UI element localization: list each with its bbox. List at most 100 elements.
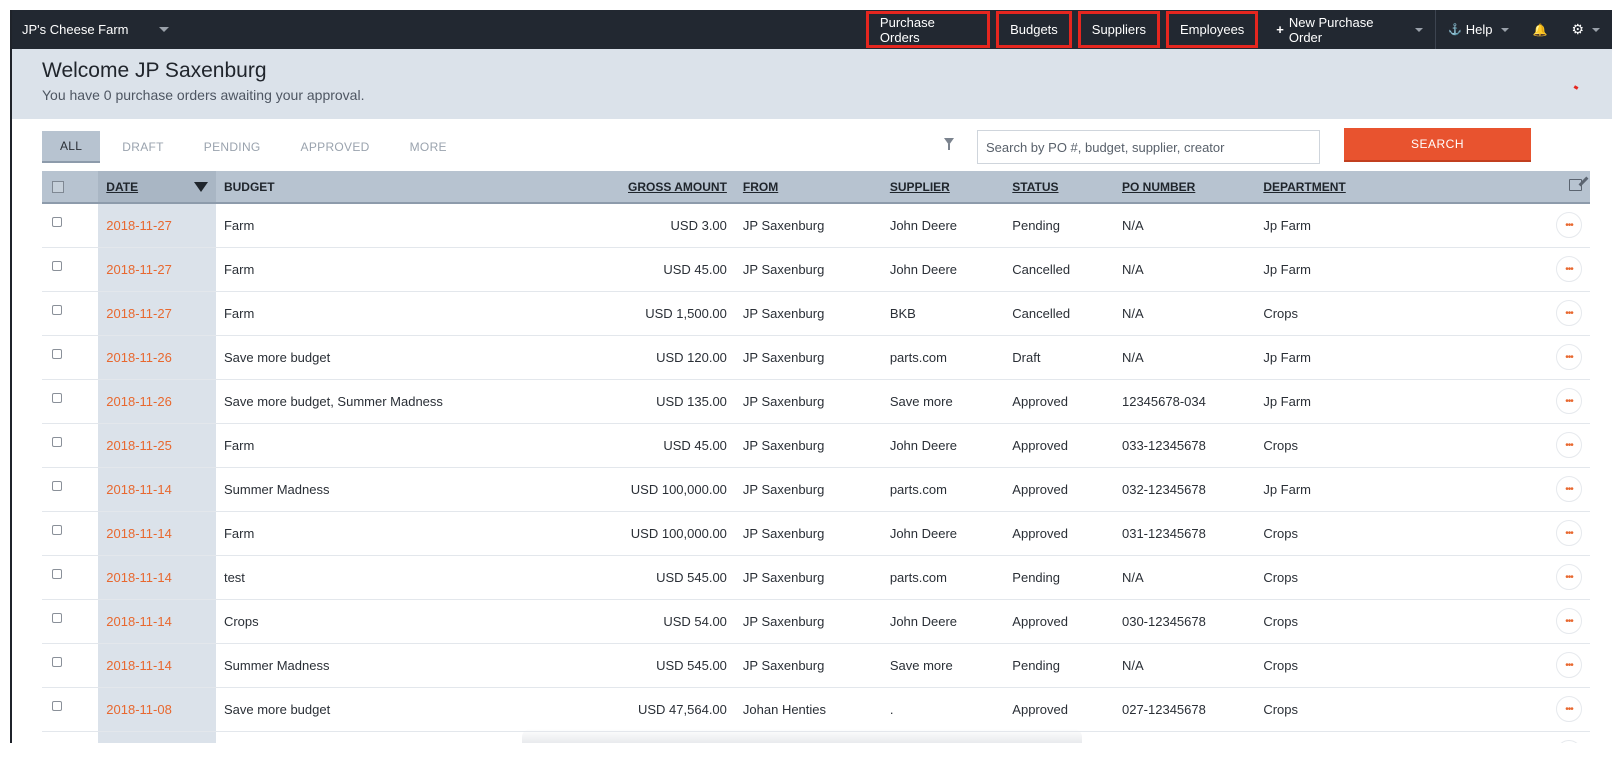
row-supplier: John Deere xyxy=(881,511,1005,556)
row-checkbox[interactable] xyxy=(52,524,62,535)
more-options-icon[interactable]: ••• xyxy=(1555,388,1582,414)
column-supplier[interactable]: SUPPLIER xyxy=(881,171,1005,204)
more-options-icon[interactable]: ••• xyxy=(1555,520,1582,546)
table-row[interactable]: 2018-11-26 Save more budget USD 120.00 JP S… xyxy=(42,335,1590,380)
table-row[interactable]: 2018-11-14 Farm USD 100,000.00 JP Saxenburg… xyxy=(42,511,1590,556)
row-checkbox[interactable] xyxy=(52,612,62,623)
row-from: JP Saxenburg xyxy=(734,467,882,512)
filter-icon[interactable] xyxy=(944,138,954,150)
tab-approved[interactable]: APPROVED xyxy=(283,131,388,163)
row-select-checkbox xyxy=(42,687,99,732)
more-options-icon[interactable]: ••• xyxy=(1555,652,1582,678)
settings-menu[interactable]: ⚙ xyxy=(1559,10,1612,49)
help-menu[interactable]: ⚓ Help xyxy=(1436,10,1520,49)
row-status: Approved xyxy=(1004,423,1114,468)
row-gross-amount: USD 120.00 xyxy=(512,335,735,380)
search-input[interactable] xyxy=(977,130,1320,164)
nav-suppliers[interactable]: Suppliers xyxy=(1077,11,1160,48)
row-date-link[interactable]: 2018-11-27 xyxy=(98,247,216,292)
row-date-link[interactable]: 2018-11-27 xyxy=(98,203,216,248)
row-date-link[interactable]: 2018-11-14 xyxy=(98,467,216,512)
search-button[interactable]: SEARCH xyxy=(1344,128,1531,162)
column-department[interactable]: DEPARTMENT xyxy=(1255,171,1406,204)
row-status: Approved xyxy=(1004,599,1114,644)
table-row[interactable]: 2018-11-25 Farm USD 45.00 JP Saxenburg John … xyxy=(42,423,1590,468)
row-checkbox[interactable] xyxy=(52,480,62,491)
row-gross-amount: USD 100,000.00 xyxy=(512,511,735,556)
row-date-link[interactable]: 2018-11-14 xyxy=(98,511,216,556)
row-department xyxy=(1255,731,1406,743)
more-options-icon[interactable]: ••• xyxy=(1555,696,1582,722)
table-row[interactable]: 2018-11-14 Summer Madness USD 545.00 JP Sax… xyxy=(42,643,1590,688)
row-checkbox[interactable] xyxy=(52,260,62,271)
row-checkbox[interactable] xyxy=(52,392,62,403)
table-row[interactable]: 2018-11-27 Farm USD 1,500.00 JP Saxenburg BK… xyxy=(42,291,1590,336)
top-navbar: JP's Cheese Farm Purchase Orders Budgets… xyxy=(12,10,1612,49)
table-row[interactable]: 2018-11-27 Farm USD 3.00 JP Saxenburg John D… xyxy=(42,203,1590,248)
company-switcher[interactable]: JP's Cheese Farm xyxy=(12,22,866,37)
column-po-number[interactable]: PO NUMBER xyxy=(1113,171,1256,204)
row-date-link[interactable] xyxy=(98,731,216,743)
row-date-link[interactable]: 2018-11-14 xyxy=(98,599,216,644)
row-checkbox[interactable] xyxy=(52,304,62,315)
notifications-button[interactable]: 🔔 xyxy=(1521,10,1560,49)
table-row[interactable]: 2018-11-14 Crops USD 54.00 JP Saxenburg John… xyxy=(42,599,1590,644)
row-supplier: John Deere xyxy=(881,599,1005,644)
row-supplier: parts.com xyxy=(881,555,1005,600)
column-from[interactable]: FROM xyxy=(734,171,882,204)
tab-all[interactable]: ALL xyxy=(42,131,101,163)
row-date-link[interactable]: 2018-11-26 xyxy=(98,379,216,424)
column-date[interactable]: DATE xyxy=(98,171,216,204)
app-window: JP's Cheese Farm Purchase Orders Budgets… xyxy=(10,10,1612,743)
column-gross-amount[interactable]: GROSS AMOUNT xyxy=(512,171,735,204)
row-from: JP Saxenburg xyxy=(734,247,882,292)
tab-draft[interactable]: DRAFT xyxy=(104,131,182,163)
table-row[interactable]: 2018-11-26 Save more budget, Summer Madne… xyxy=(42,379,1590,424)
row-checkbox[interactable] xyxy=(52,700,62,711)
column-budget[interactable]: BUDGET xyxy=(215,171,513,204)
row-checkbox[interactable] xyxy=(52,568,62,579)
more-options-icon[interactable]: ••• xyxy=(1555,476,1582,502)
select-all-header xyxy=(42,171,99,204)
row-actions: ••• xyxy=(1405,555,1590,600)
more-options-icon[interactable]: ••• xyxy=(1555,608,1582,634)
nav-purchase-orders[interactable]: Purchase Orders xyxy=(865,11,991,48)
table-row[interactable]: 2018-11-14 test USD 545.00 JP Saxenburg part… xyxy=(42,555,1590,600)
more-options-icon[interactable]: ••• xyxy=(1555,212,1582,239)
column-status[interactable]: STATUS xyxy=(1004,171,1114,204)
table-row[interactable]: 2018-11-08 Save more budget USD 47,564.00 J… xyxy=(42,687,1590,732)
more-options-icon[interactable]: ••• xyxy=(1555,740,1582,743)
row-department: Jp Farm xyxy=(1255,247,1406,292)
row-date-link[interactable]: 2018-11-14 xyxy=(98,643,216,688)
table-row[interactable]: 2018-11-14 Summer Madness USD 100,000.00 JP… xyxy=(42,467,1590,512)
row-supplier: BKB xyxy=(881,291,1005,336)
row-checkbox[interactable] xyxy=(52,217,62,227)
tab-pending[interactable]: PENDING xyxy=(186,131,279,163)
row-budget: Farm xyxy=(215,291,513,336)
nav-employees[interactable]: Employees xyxy=(1165,11,1259,48)
welcome-subtitle: You have 0 purchase orders awaiting your… xyxy=(42,87,365,103)
row-gross-amount: USD 545.00 xyxy=(512,555,735,600)
select-all-checkbox[interactable] xyxy=(52,180,64,193)
row-checkbox[interactable] xyxy=(52,348,62,359)
more-options-icon[interactable]: ••• xyxy=(1555,432,1582,458)
row-date-link[interactable]: 2018-11-26 xyxy=(98,335,216,380)
nav-budgets[interactable]: Budgets xyxy=(996,11,1072,48)
row-date-link[interactable]: 2018-11-25 xyxy=(98,423,216,468)
tab-more[interactable]: MORE xyxy=(392,131,465,163)
row-select-checkbox xyxy=(42,467,99,512)
row-date-link[interactable]: 2018-11-08 xyxy=(98,687,216,732)
row-date-link[interactable]: 2018-11-14 xyxy=(98,555,216,600)
row-checkbox[interactable] xyxy=(52,436,62,447)
row-supplier: parts.com xyxy=(881,335,1005,380)
more-options-icon[interactable]: ••• xyxy=(1555,300,1582,326)
sort-descending-icon xyxy=(193,182,208,192)
row-date-link[interactable]: 2018-11-27 xyxy=(98,291,216,336)
table-row[interactable]: 2018-11-27 Farm USD 45.00 JP Saxenburg John … xyxy=(42,247,1590,292)
more-options-icon[interactable]: ••• xyxy=(1555,256,1582,282)
row-checkbox[interactable] xyxy=(52,656,62,667)
more-options-icon[interactable]: ••• xyxy=(1555,344,1582,370)
edit-columns-icon[interactable] xyxy=(1569,179,1582,191)
more-options-icon[interactable]: ••• xyxy=(1555,564,1582,590)
new-purchase-order-button[interactable]: + New Purchase Order xyxy=(1264,10,1435,49)
